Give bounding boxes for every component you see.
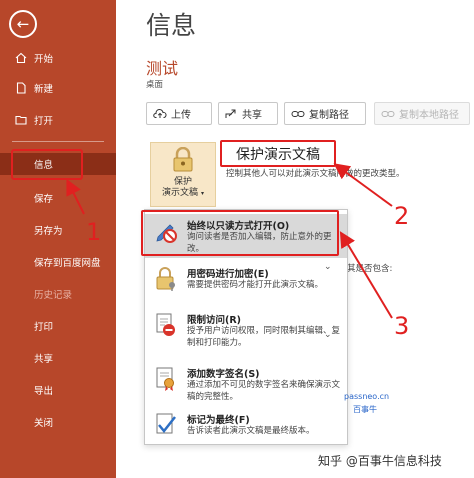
sidebar-item-label: 保存 <box>34 194 54 205</box>
document-location: 桌面 <box>146 80 164 90</box>
upload-icon <box>153 108 167 119</box>
sidebar-item-new[interactable]: 新建 <box>0 77 116 99</box>
sidebar-item-share[interactable]: 共享 <box>0 347 116 369</box>
link-icon <box>291 109 305 119</box>
protect-presentation-heading: 保护演示文稿 <box>220 140 336 167</box>
sidebar-item-label: 保存到百度网盘 <box>34 258 101 269</box>
document-name: 测试 <box>146 59 179 78</box>
scroll-down-icon[interactable]: ⌄ <box>324 330 332 340</box>
protect-button-label-line1: 保护 <box>173 177 192 187</box>
protect-button-label-line2: 演示文稿 ▾ <box>162 188 204 198</box>
menu-item-add-digital-signature[interactable]: 添加数字签名(S) 通过添加不可见的数字签名来确保演示文稿的完整性。 <box>145 362 347 406</box>
sidebar-item-label: 历史记录 <box>34 290 73 301</box>
menu-item-title: 添加数字签名(S) <box>187 369 260 380</box>
menu-item-title: 限制访问(R) <box>187 315 241 326</box>
menu-item-restrict-access[interactable]: 限制访问(R) 授予用户访问权限，同时限制其编辑、复制和打印能力。 <box>145 308 347 360</box>
annotation-number-1: 1 <box>86 218 102 246</box>
zhihu-watermark: 知乎 @百事牛信息科技 <box>318 454 442 468</box>
lock-key-icon <box>153 266 179 292</box>
share-label: 共享 <box>242 110 262 121</box>
sidebar-item-open[interactable]: 打开 <box>0 109 116 131</box>
upload-label: 上传 <box>171 110 191 121</box>
upload-button[interactable]: 上传 <box>146 102 212 125</box>
sidebar-info-highlight <box>11 149 83 180</box>
checkmark-document-icon <box>153 412 179 438</box>
sidebar-item-history: 历史记录 <box>0 283 116 305</box>
sidebar-item-label: 共享 <box>34 354 54 365</box>
sidebar-item-save[interactable]: 保存 <box>0 187 116 209</box>
protect-presentation-description: 控制其他人可以对此演示文稿所做的更改类型。 <box>226 169 405 179</box>
watermark-site: passneo.cn <box>344 392 390 401</box>
menu-item-description: 授予用户访问权限，同时限制其编辑、复制和打印能力。 <box>187 326 341 348</box>
sidebar-item-label: 导出 <box>34 386 54 397</box>
annotation-number-2: 2 <box>394 202 410 230</box>
copy-local-path-label: 复制本地路径 <box>399 110 459 121</box>
folder-icon <box>14 113 28 127</box>
home-icon <box>14 51 28 65</box>
menu-item-title: 用密码进行加密(E) <box>187 269 269 280</box>
share-icon <box>225 108 238 119</box>
copy-path-button[interactable]: 复制路径 <box>284 102 366 125</box>
menu-item-title: 标记为最终(F) <box>187 415 250 426</box>
sidebar-item-export[interactable]: 导出 <box>0 379 116 401</box>
sidebar-item-label: 打开 <box>34 116 54 127</box>
lock-key-icon <box>169 146 197 177</box>
menu-item-mark-as-final[interactable]: 标记为最终(F) 告诉读者此演示文稿是最终版本。 <box>145 408 347 444</box>
sidebar-item-print[interactable]: 打印 <box>0 315 116 337</box>
sidebar-item-home[interactable]: 开始 <box>0 47 116 69</box>
new-file-icon <box>14 81 28 95</box>
menu-item-description: 需要提供密码才能打开此演示文稿。 <box>187 280 324 290</box>
sidebar-item-label: 关闭 <box>34 418 54 429</box>
menu-item-description: 告诉读者此演示文稿是最终版本。 <box>187 426 315 436</box>
sidebar-item-close[interactable]: 关闭 <box>0 411 116 433</box>
watermark-brand: 百事牛 <box>353 405 377 414</box>
sidebar-item-label: 另存为 <box>34 226 63 237</box>
sidebar-divider <box>12 141 104 142</box>
scroll-down-icon[interactable]: ⌄ <box>324 262 332 272</box>
sidebar-item-label: 开始 <box>34 54 54 65</box>
annotation-number-3: 3 <box>394 312 410 340</box>
copy-path-label: 复制路径 <box>309 110 349 121</box>
digital-signature-icon <box>153 366 179 392</box>
share-button[interactable]: 共享 <box>218 102 278 125</box>
sidebar-item-label: 打印 <box>34 322 54 333</box>
page-title: 信息 <box>146 11 197 40</box>
link-icon <box>381 109 395 119</box>
protect-presentation-button[interactable]: 保护 演示文稿 ▾ <box>150 142 216 207</box>
copy-local-path-button[interactable]: 复制本地路径 <box>374 102 470 125</box>
back-arrow-icon[interactable]: ← <box>9 10 37 38</box>
chevron-down-icon: ▾ <box>200 190 204 197</box>
sidebar-item-label: 新建 <box>34 84 54 95</box>
sidebar-item-save-to-baidu[interactable]: 保存到百度网盘 <box>0 251 116 273</box>
menu-item-highlight <box>141 210 339 256</box>
menu-item-encrypt-with-password[interactable]: 用密码进行加密(E) 需要提供密码才能打开此演示文稿。 <box>145 262 347 304</box>
restricted-document-icon <box>153 312 179 338</box>
menu-item-description: 通过添加不可见的数字签名来确保演示文稿的完整性。 <box>187 380 341 402</box>
